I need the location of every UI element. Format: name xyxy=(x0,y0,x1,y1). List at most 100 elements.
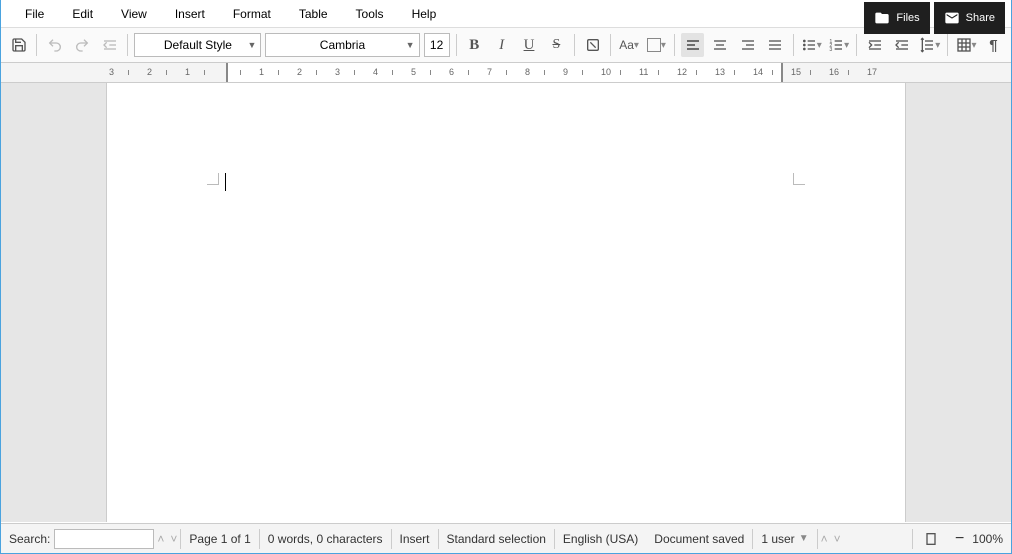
status-users[interactable]: 1 user ▼ xyxy=(753,529,817,549)
font-size-combo[interactable]: 12 xyxy=(424,33,450,57)
chevron-down-icon: ▾ xyxy=(817,40,822,51)
ruler-number: 1 xyxy=(259,67,264,77)
highlight-icon xyxy=(647,38,661,52)
font-size-value: 12 xyxy=(430,38,443,52)
menu-edit[interactable]: Edit xyxy=(58,1,107,27)
chevron-down-icon: ▼ xyxy=(406,40,415,50)
line-spacing-icon xyxy=(919,37,935,53)
separator xyxy=(674,34,675,56)
ruler-number: 6 xyxy=(449,67,454,77)
chevron-down-icon: ▾ xyxy=(935,40,940,51)
numbered-list-icon: 123 xyxy=(828,37,844,53)
ruler-number: 13 xyxy=(715,67,725,77)
case-label: Aa xyxy=(619,38,634,52)
numbered-list-button[interactable]: 123▾ xyxy=(827,33,850,57)
status-language[interactable]: English (USA) xyxy=(555,529,646,549)
ruler-number: 3 xyxy=(335,67,340,77)
status-wordcount[interactable]: 0 words, 0 characters xyxy=(260,529,392,549)
fit-page-icon xyxy=(923,531,939,547)
separator xyxy=(856,34,857,56)
case-button[interactable]: Aa▾ xyxy=(617,33,640,57)
ruler-left-margin-marker[interactable] xyxy=(226,63,228,82)
align-center-icon xyxy=(712,37,728,53)
zoom-level[interactable]: 100% xyxy=(972,532,1003,546)
undo-icon xyxy=(47,37,63,53)
zoom-controls: − 100% xyxy=(912,529,1003,549)
page-down-button[interactable]: ˅ xyxy=(831,532,844,546)
status-page[interactable]: Page 1 of 1 xyxy=(180,529,259,549)
indent-decrease-button-2[interactable] xyxy=(891,33,914,57)
ruler-page-area xyxy=(226,63,781,82)
italic-button[interactable]: I xyxy=(490,33,513,57)
ruler-number: 15 xyxy=(791,67,801,77)
ruler-right-margin-marker[interactable] xyxy=(781,63,783,82)
bullet-list-icon xyxy=(801,37,817,53)
clear-formatting-button[interactable] xyxy=(581,33,604,57)
ruler-number: 17 xyxy=(867,67,877,77)
status-selection-mode[interactable]: Standard selection xyxy=(439,529,555,549)
search-label: Search: xyxy=(9,532,50,546)
paragraph-style-combo[interactable]: Default Style ▼ xyxy=(134,33,261,57)
document-workspace xyxy=(1,83,1011,522)
font-name-value: Cambria xyxy=(320,38,365,52)
separator xyxy=(793,34,794,56)
separator xyxy=(947,34,948,56)
search-next-button[interactable]: ˅ xyxy=(167,532,180,546)
font-name-combo[interactable]: Cambria ▼ xyxy=(265,33,419,57)
separator xyxy=(610,34,611,56)
ruler-number: 11 xyxy=(639,67,648,77)
save-button[interactable] xyxy=(7,33,30,57)
bullet-list-button[interactable]: ▾ xyxy=(800,33,823,57)
mail-icon xyxy=(944,10,960,26)
align-justify-icon xyxy=(767,37,783,53)
page-up-button[interactable]: ˄ xyxy=(818,532,831,546)
status-save-state: Document saved xyxy=(646,529,753,549)
status-insert-mode[interactable]: Insert xyxy=(392,529,439,549)
bold-button[interactable]: B xyxy=(463,33,486,57)
separator xyxy=(127,34,128,56)
ruler-number: 12 xyxy=(677,67,687,77)
status-users-label: 1 user xyxy=(761,532,794,546)
toolbar: Default Style ▼ Cambria ▼ 12 B I U S Aa▾… xyxy=(1,28,1011,63)
menu-file[interactable]: File xyxy=(11,1,58,27)
statusbar: Search: ˄ ˅ Page 1 of 1 0 words, 0 chara… xyxy=(1,523,1011,553)
save-icon xyxy=(11,37,27,53)
menu-format[interactable]: Format xyxy=(219,1,285,27)
files-button[interactable]: Files xyxy=(864,2,929,34)
highlight-color-button[interactable]: ▾ xyxy=(645,33,668,57)
chevron-down-icon: ▾ xyxy=(844,40,849,51)
menu-table[interactable]: Table xyxy=(285,1,342,27)
zoom-out-button[interactable]: − xyxy=(955,530,964,548)
menu-view[interactable]: View xyxy=(107,1,161,27)
horizontal-ruler[interactable]: 3211234567891011121314151617 xyxy=(1,63,1011,83)
menu-insert[interactable]: Insert xyxy=(161,1,219,27)
indent-increase-icon xyxy=(867,37,883,53)
strikethrough-button[interactable]: S xyxy=(545,33,568,57)
line-spacing-button[interactable]: ▾ xyxy=(918,33,941,57)
align-justify-button[interactable] xyxy=(763,33,786,57)
document-page[interactable] xyxy=(106,83,906,522)
ruler-number: 10 xyxy=(601,67,611,77)
indent-decrease-button[interactable] xyxy=(98,33,121,57)
align-left-button[interactable] xyxy=(681,33,704,57)
redo-button[interactable] xyxy=(71,33,94,57)
ruler-number: 2 xyxy=(147,67,152,77)
search-input[interactable] xyxy=(54,529,154,549)
folder-icon xyxy=(874,10,890,26)
align-center-button[interactable] xyxy=(708,33,731,57)
underline-button[interactable]: U xyxy=(517,33,540,57)
formatting-marks-button[interactable]: ¶ xyxy=(982,33,1005,57)
undo-button[interactable] xyxy=(43,33,66,57)
indent-increase-button[interactable] xyxy=(863,33,886,57)
page-margin-corner-tl xyxy=(207,173,219,185)
menu-help[interactable]: Help xyxy=(398,1,451,27)
align-right-button[interactable] xyxy=(736,33,759,57)
menu-tools[interactable]: Tools xyxy=(342,1,398,27)
redo-icon xyxy=(74,37,90,53)
fit-page-button[interactable] xyxy=(912,529,947,549)
pilcrow-icon: ¶ xyxy=(989,37,997,54)
insert-table-button[interactable]: ▾ xyxy=(954,33,977,57)
clear-format-icon xyxy=(585,37,601,53)
share-button[interactable]: Share xyxy=(934,2,1005,34)
search-prev-button[interactable]: ˄ xyxy=(154,532,167,546)
